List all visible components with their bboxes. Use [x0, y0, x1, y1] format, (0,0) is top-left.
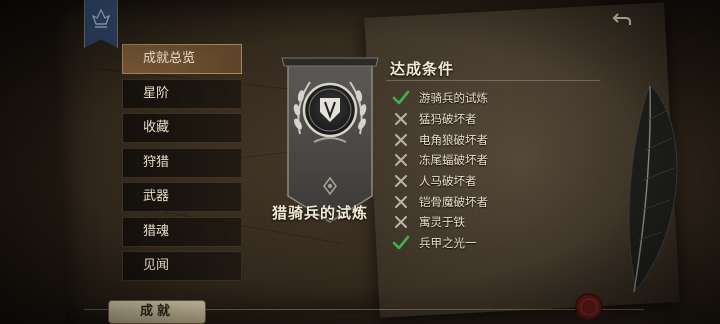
condition-label: 电角狼破坏者	[419, 132, 488, 147]
sidebar-item-knowledge[interactable]: 见闻	[122, 251, 242, 281]
sidebar-item-label: 星阶	[143, 85, 170, 101]
condition-row: 铠骨魔破坏者	[392, 191, 612, 212]
condition-row: 人马破坏者	[392, 171, 612, 192]
back-arrow-icon[interactable]	[612, 8, 634, 30]
sidebar-item-label: 见闻	[143, 258, 170, 273]
check-icon	[392, 90, 410, 106]
conditions-heading: 达成条件	[390, 60, 455, 78]
condition-row: 冻尾蝠破坏者	[392, 150, 612, 171]
conditions-divider	[386, 80, 600, 81]
condition-label: 铠骨魔破坏者	[419, 194, 488, 209]
condition-label: 寓灵于铁	[419, 215, 465, 230]
condition-row: 游骑兵的试炼	[392, 88, 612, 109]
sidebar-item-collection[interactable]: 收藏	[122, 113, 242, 143]
sidebar-item-label: 狩猎	[143, 154, 170, 170]
achievement-screen: 成就总览 星阶 收藏 狩猎 武器 猎魂 见闻 猎骑兵的试炼 达成条件 游骑兵的试…	[0, 0, 720, 324]
cross-icon	[392, 111, 410, 127]
sidebar-item-label: 猎魂	[143, 223, 170, 239]
category-sidebar: 成就总览 星阶 收藏 狩猎 武器 猎魂 见闻	[122, 44, 242, 286]
sidebar-item-star-rank[interactable]: 星阶	[122, 78, 242, 109]
condition-row: 猛犸破坏者	[392, 109, 612, 130]
condition-label: 兵甲之光一	[419, 236, 477, 251]
cross-icon	[392, 194, 410, 210]
sidebar-item-label: 武器	[143, 189, 170, 204]
cross-icon	[392, 214, 410, 230]
sidebar-item-hunt-soul[interactable]: 猎魂	[122, 216, 242, 247]
achievements-tab[interactable]: 成就	[108, 300, 206, 324]
condition-label: 冻尾蝠破坏者	[419, 153, 488, 168]
cross-icon	[392, 132, 410, 148]
sidebar-item-weapons[interactable]: 武器	[122, 182, 242, 212]
condition-label: 猛犸破坏者	[419, 112, 477, 127]
condition-label: 人马破坏者	[419, 174, 477, 189]
sidebar-item-label: 收藏	[143, 120, 170, 135]
sidebar-item-overview[interactable]: 成就总览	[122, 44, 242, 74]
sidebar-item-hunting[interactable]: 狩猎	[122, 147, 242, 178]
check-icon	[392, 235, 410, 251]
cross-icon	[392, 173, 410, 189]
sidebar-item-label: 成就总览	[143, 51, 196, 66]
cross-icon	[392, 152, 410, 168]
condition-label: 游骑兵的试炼	[419, 91, 488, 106]
quill-icon	[610, 80, 690, 310]
conditions-list: 游骑兵的试炼 猛犸破坏者电角狼破坏者 冻尾蝠破坏者 人马破坏者铠骨魔破坏者 寓灵于铁兵甲…	[392, 88, 612, 254]
condition-row: 电角狼破坏者	[392, 129, 612, 150]
wax-seal-icon	[574, 292, 604, 322]
achievement-title: 猎骑兵的试炼	[271, 204, 368, 222]
condition-row: 兵甲之光一	[392, 233, 612, 254]
condition-row: 寓灵于铁	[392, 212, 612, 233]
